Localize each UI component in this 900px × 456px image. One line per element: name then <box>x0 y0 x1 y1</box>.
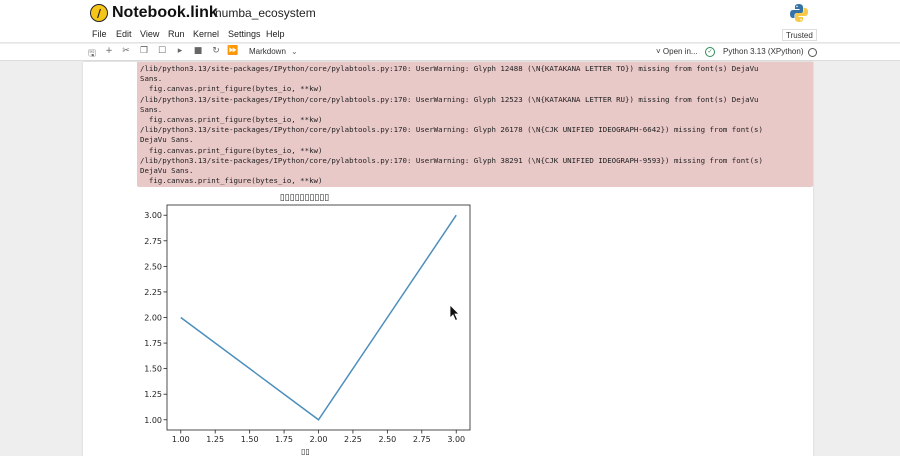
y-tick-label: 2.75 <box>144 237 162 246</box>
save-icon[interactable]: 🖫 <box>86 46 98 62</box>
menu-bar: File Edit View Run Kernel Settings Help <box>0 27 900 43</box>
menu-run[interactable]: Run <box>168 29 185 39</box>
link-icon: ∕ <box>90 4 108 22</box>
x-tick-label: 1.50 <box>241 435 259 444</box>
y-tick-label: 1.00 <box>144 416 162 425</box>
x-tick-label: 2.00 <box>310 435 328 444</box>
top-bar: ∕ Notebook.link numba_ecosystem <box>0 0 900 27</box>
add-cell-icon[interactable]: + <box>103 46 115 56</box>
y-tick-label: 3.00 <box>144 211 162 220</box>
x-tick-label: 3.00 <box>447 435 465 444</box>
x-tick-label: 2.75 <box>413 435 431 444</box>
restart-icon[interactable]: ↻ <box>210 46 222 56</box>
menu-settings[interactable]: Settings <box>228 29 261 39</box>
menu-file[interactable]: File <box>92 29 107 39</box>
stderr-output: /lib/python3.13/site-packages/IPython/co… <box>137 62 813 187</box>
notebook-name[interactable]: numba_ecosystem <box>215 6 316 20</box>
app-logo[interactable]: ∕ Notebook.link <box>90 4 218 22</box>
menu-view[interactable]: View <box>140 29 159 39</box>
copy-icon[interactable]: ❐ <box>138 46 150 56</box>
notebook-toolbar: 🖫 + ✂ ❐ ☐ ▸ ■ ↻ ⏩ Markdown ⌄ ˅ Open in..… <box>0 44 900 61</box>
stop-icon[interactable]: ■ <box>192 46 204 56</box>
x-tick-label: 1.00 <box>172 435 190 444</box>
python-logo-icon <box>790 4 808 22</box>
cell-type-select[interactable]: Markdown <box>249 47 286 56</box>
y-tick-label: 2.00 <box>144 314 162 323</box>
y-tick-label: 2.50 <box>144 262 162 271</box>
kernel-name[interactable]: Python 3.13 (XPython) <box>723 47 804 56</box>
x-tick-label: 1.25 <box>206 435 224 444</box>
fast-forward-icon[interactable]: ⏩ <box>227 46 239 56</box>
kernel-status-icon: ✓ <box>705 47 715 57</box>
chart-title: ▯▯▯▯▯▯▯▯▯▯ <box>280 193 330 203</box>
menu-edit[interactable]: Edit <box>116 29 132 39</box>
logo-text: Notebook.link <box>112 4 218 21</box>
menu-kernel[interactable]: Kernel <box>193 29 219 39</box>
chevron-down-icon[interactable]: ⌄ <box>291 47 298 56</box>
mouse-cursor-icon <box>449 304 460 322</box>
y-tick-label: 1.25 <box>144 390 162 399</box>
menu-help[interactable]: Help <box>266 29 285 39</box>
paste-icon[interactable]: ☐ <box>156 46 168 56</box>
x-tick-label: 2.25 <box>344 435 362 444</box>
stderr-text: /lib/python3.13/site-packages/IPython/co… <box>140 64 763 186</box>
x-tick-label: 1.75 <box>275 435 293 444</box>
y-tick-label: 1.75 <box>144 339 162 348</box>
run-icon[interactable]: ▸ <box>174 46 186 56</box>
line-chart: ▯▯▯▯▯▯▯▯▯▯▯▯1.00 1.25 1.50 1.75 2.00 2.25 2.50… <box>144 193 471 456</box>
y-tick-label: 1.50 <box>144 365 162 374</box>
x-axis-label: ▯▯ <box>301 447 310 456</box>
kernel-idle-icon <box>808 48 817 57</box>
open-in-button[interactable]: ˅ Open in... <box>656 47 698 56</box>
trusted-indicator[interactable]: Trusted <box>782 29 817 41</box>
plot-frame <box>166 204 471 431</box>
x-tick-label: 2.50 <box>378 435 396 444</box>
y-tick-label: 2.25 <box>144 288 162 297</box>
cut-icon[interactable]: ✂ <box>120 46 132 56</box>
